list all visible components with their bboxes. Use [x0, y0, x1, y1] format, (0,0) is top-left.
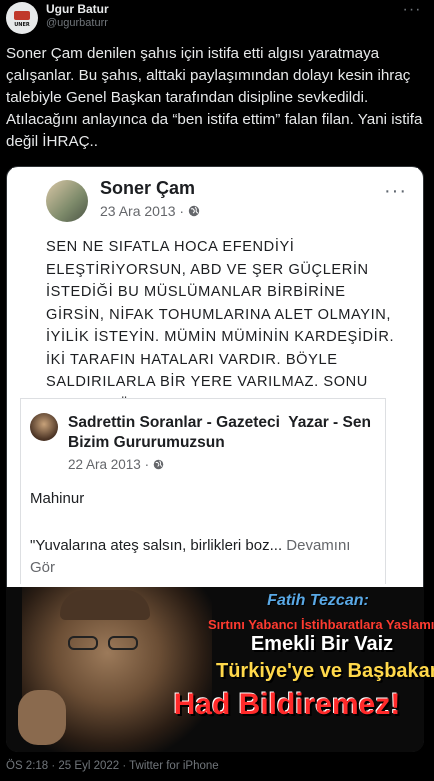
man-hair	[60, 590, 150, 620]
author-avatar[interactable]: UNER	[6, 2, 38, 34]
author-name[interactable]: Ugur Batur	[46, 2, 109, 16]
video-caption-line4: Türkiye'ye ve Başbakana	[216, 660, 434, 682]
facebook-post-date-text: 23 Ara 2013 ·	[100, 203, 188, 219]
avatar-logo-mark	[14, 11, 30, 20]
globe-icon	[188, 205, 200, 217]
shared-post-author-line: Mahinur	[30, 490, 85, 507]
video-caption-headline: Had Bildiremez!	[173, 688, 401, 721]
shared-post-avatar	[30, 413, 58, 441]
facebook-post-author: Soner Çam	[100, 178, 196, 198]
shared-post-text: "Yuvalarına ateş salsın, birlikleri boz.…	[30, 535, 370, 579]
avatar-logo-text: UNER	[14, 22, 30, 28]
facebook-avatar	[46, 180, 88, 222]
author-handle[interactable]: @ugurbaturr	[46, 17, 108, 29]
shared-post-date-text: 22 Ara 2013 ·	[68, 457, 153, 472]
shared-post-author: Sadrettin Soranlar - Gazeteci Yazar - Se…	[68, 414, 376, 451]
raised-hand	[18, 690, 66, 745]
glasses-icon	[68, 636, 140, 650]
shared-post-date: 22 Ara 2013 ·	[68, 457, 164, 472]
video-caption-line3: Emekli Bir Vaiz	[250, 633, 394, 655]
facebook-post-date: 23 Ara 2013 ·	[100, 203, 200, 219]
tweet-text: Soner Çam denilen şahıs için istifa etti…	[6, 45, 427, 150]
video-caption-line2: Sırtını Yabancı İstihbaratlara Yaslamış	[208, 617, 434, 632]
more-options-icon[interactable]: ···	[398, 0, 426, 20]
facebook-more-icon: ···	[384, 180, 407, 202]
shared-post-excerpt: "Yuvalarına ateş salsın, birlikleri boz.…	[30, 537, 287, 554]
globe-icon	[153, 459, 164, 470]
facebook-post-text: SEN NE SIFATLA HOCA EFENDİYİ ELEŞTİRİYOR…	[46, 239, 395, 413]
tweet-timestamp[interactable]: ÖS 2:18 · 25 Eyl 2022 · Twitter for iPho…	[6, 760, 219, 772]
video-caption-name: Fatih Tezcan:	[267, 592, 369, 609]
